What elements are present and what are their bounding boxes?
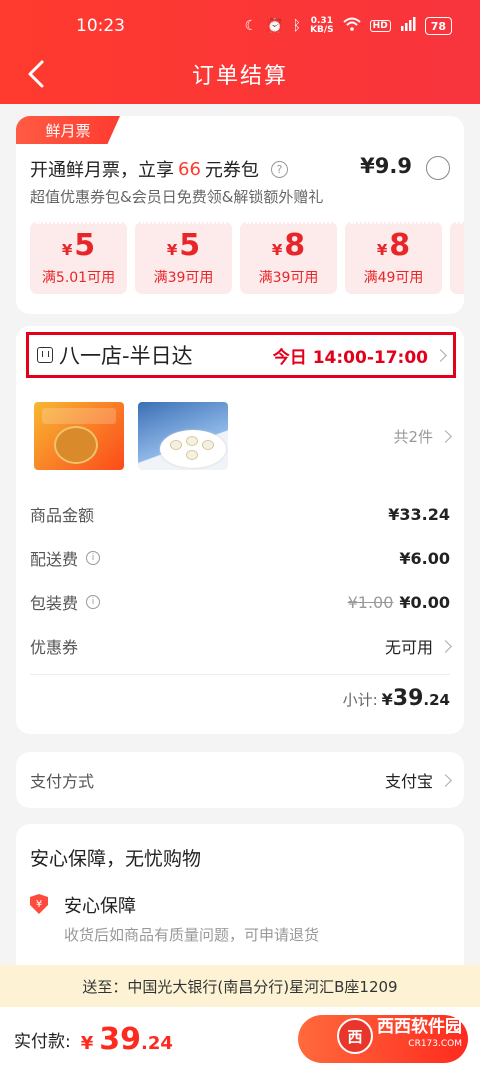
wifi-icon: [343, 17, 361, 35]
item-count-link[interactable]: 共2件: [393, 426, 452, 447]
chevron-right-icon: [434, 348, 447, 362]
coupon-item: ¥8 满39可用: [240, 222, 337, 294]
member-select-radio[interactable]: [426, 156, 450, 180]
payment-method-row[interactable]: 支付方式 支付宝: [16, 752, 464, 808]
nav-bar: 订单结算: [0, 50, 480, 98]
moon-icon: ☾: [244, 18, 258, 34]
back-button[interactable]: [22, 56, 52, 92]
network-speed: 0.31 KB/S: [310, 16, 334, 35]
shipping-fee-row: 配送费 i ¥6.00: [30, 548, 450, 570]
app-header: 10:23 ☾ ⏰ ᛒ 0.31 KB/S HD 78 订单结算: [0, 0, 480, 104]
member-subtitle: 超值优惠券包&会员日免费领&解锁额外赠礼: [30, 188, 324, 206]
question-icon[interactable]: ?: [270, 160, 288, 178]
store-delivery-row[interactable]: 八一店-半日达 今日 14:00-17:00: [26, 332, 456, 378]
member-offer-card: 鲜月票 开通鲜月票，立享 66 元券包 ? ¥9.9 超值优惠券包&会员日免费领&解…: [16, 116, 464, 314]
shield-icon: ¥: [30, 894, 48, 914]
total-label: 实付款:: [14, 1032, 71, 1052]
info-icon[interactable]: i: [86, 595, 101, 609]
delivery-time: 今日 14:00-17:00: [272, 347, 428, 368]
guarantee-desc: 收货后如商品有质量问题，可申请退货: [64, 926, 320, 944]
goods-amount-row: 商品金额 ¥33.24: [30, 504, 450, 526]
product-image[interactable]: [34, 402, 124, 470]
subtotal: 小计: ¥ 39 .24: [342, 686, 450, 711]
coupon-item: ¥5 满39可用: [135, 222, 232, 294]
address-bar[interactable]: 送至：中国光大银行(南昌分行)星河汇B座1209: [0, 965, 480, 1007]
coupon-item-partial: [450, 222, 464, 294]
bluetooth-icon: ᛒ: [292, 18, 302, 34]
watermark-logo: 西: [337, 1018, 373, 1054]
coupon-item: ¥8 满49可用: [345, 222, 442, 294]
signal-icon: [400, 17, 416, 35]
watermark: 西 西西软件园 CR173.COM: [337, 1018, 462, 1054]
status-time: 10:23: [76, 16, 125, 36]
product-image[interactable]: [138, 402, 228, 470]
packing-fee-row: 包装费 i ¥1.00 ¥0.00: [30, 592, 450, 614]
divider: [30, 674, 450, 675]
coupon-list: ¥5 满5.01可用 ¥5 满39可用 ¥8 满39可用 ¥8 满49可用: [30, 222, 464, 294]
page-title: 订单结算: [191, 64, 288, 89]
member-tag: 鲜月票: [16, 116, 120, 144]
guarantee-name: 安心保障: [64, 896, 136, 917]
info-icon[interactable]: i: [86, 551, 101, 565]
hd-icon: HD: [369, 20, 391, 32]
store-icon: [37, 347, 53, 363]
chevron-right-icon: [439, 773, 452, 787]
total-amount: ¥ 39 .24: [80, 1022, 173, 1057]
status-icons: ☾ ⏰ ᛒ 0.31 KB/S HD 78: [245, 17, 452, 35]
chevron-right-icon: [439, 430, 452, 443]
store-name: 八一店-半日达: [59, 344, 193, 368]
battery-icon: 78: [424, 17, 452, 35]
guarantee-title: 安心保障，无忧购物: [30, 848, 202, 870]
status-bar: 10:23 ☾ ⏰ ᛒ 0.31 KB/S HD 78: [0, 0, 480, 52]
coupon-item: ¥5 满5.01可用: [30, 222, 127, 294]
member-title: 开通鲜月票，立享 66 元券包 ?: [30, 156, 288, 182]
chevron-left-icon: [28, 60, 44, 88]
member-price: ¥9.9: [360, 154, 412, 178]
order-card: 八一店-半日达 今日 14:00-17:00 共2件 商品金额 ¥33.24 配…: [16, 326, 464, 734]
chevron-right-icon: [439, 639, 452, 653]
coupon-row[interactable]: 优惠券 无可用: [30, 632, 452, 660]
alarm-icon: ⏰: [266, 18, 284, 34]
